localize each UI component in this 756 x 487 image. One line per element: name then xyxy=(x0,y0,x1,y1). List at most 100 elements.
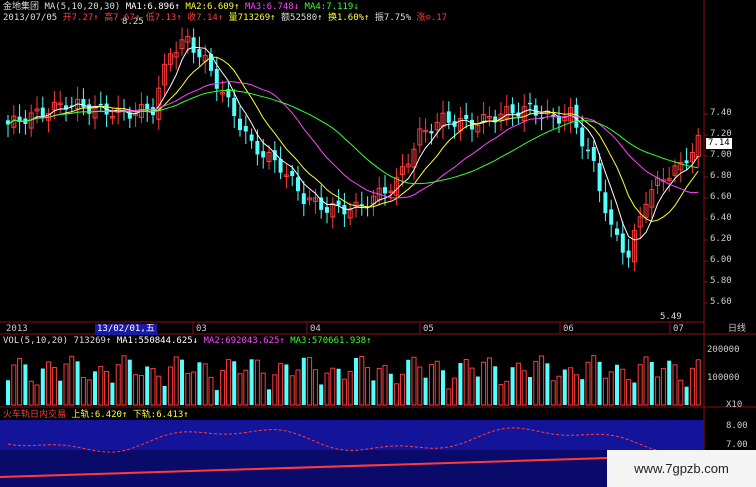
volume-bar xyxy=(550,380,556,406)
candle-body xyxy=(81,99,86,108)
candle-body xyxy=(580,127,585,147)
vol-ma3: MA3:570661.938↑ xyxy=(290,336,372,346)
candle-body xyxy=(255,140,260,155)
volume-bar xyxy=(655,376,661,406)
cursor-date: 13/02/01,五 xyxy=(95,324,157,335)
volume-bars xyxy=(6,355,701,406)
candle-body xyxy=(383,187,387,194)
volume-bar xyxy=(463,359,469,406)
volume-bar xyxy=(446,388,452,406)
volume-bar xyxy=(498,384,504,406)
candle-body xyxy=(301,193,306,205)
volume-bar xyxy=(406,359,411,405)
turnover-value: 换1.60%↑ xyxy=(327,13,370,23)
volume-bar xyxy=(63,363,69,406)
volume-bar xyxy=(626,379,632,406)
volume-bar xyxy=(6,380,10,405)
price-axis-label: 5.60 xyxy=(710,297,732,307)
price-axis-label: 7.40 xyxy=(710,108,732,118)
low-annotation: 5.49 xyxy=(660,312,682,322)
change-value: 涨⊙.17 xyxy=(416,13,448,23)
volume-bar xyxy=(86,379,92,406)
volume-bar xyxy=(121,355,127,406)
volume-bar xyxy=(237,373,243,406)
volume-bar xyxy=(167,366,173,406)
indicator-axis-high: 8.00 xyxy=(726,421,748,431)
volume-bar xyxy=(591,355,597,406)
volume-bar xyxy=(637,364,643,406)
volume-bar xyxy=(40,368,45,405)
candle-body xyxy=(191,37,196,53)
stock-name: 金地集团 xyxy=(3,2,40,12)
volume-bar xyxy=(267,389,271,405)
volume-bar xyxy=(469,367,475,406)
volume-bar xyxy=(138,374,144,406)
ma2-value: MA2:6.609↑ xyxy=(185,2,240,12)
volume-bar xyxy=(28,380,34,406)
month-label: 06 xyxy=(563,324,574,334)
indicator-upper: 上轨:6.420↑ xyxy=(71,410,128,420)
volume-bar xyxy=(597,361,602,405)
vol-ma1: MA1:550844.625↓ xyxy=(116,336,199,346)
volume-bar xyxy=(127,359,132,405)
volume-bar xyxy=(191,371,197,406)
volume-bar xyxy=(225,359,231,406)
volume-bar xyxy=(394,383,400,406)
volume-bar xyxy=(104,370,110,406)
candle-body xyxy=(249,134,254,141)
price-axis-label: 5.80 xyxy=(710,276,732,286)
volume-bar xyxy=(660,368,666,406)
volume-bar xyxy=(17,357,23,406)
header-line-1: 金地集团 MA(5,10,20,30) MA1:6.896↑ MA2:6.609… xyxy=(3,2,359,13)
period-label[interactable]: 日线 xyxy=(728,324,746,335)
ma3-line xyxy=(7,80,699,199)
candle-body xyxy=(197,49,202,58)
vol-axis-mid: 100000 xyxy=(707,373,740,383)
price-axis-label: 6.40 xyxy=(710,213,732,223)
candle-body xyxy=(319,197,324,210)
volume-bar xyxy=(278,363,284,406)
volume-bar xyxy=(220,370,226,406)
volume-value: 量713269↑ xyxy=(228,13,276,23)
volume-bar xyxy=(249,359,254,405)
month-label: 05 xyxy=(423,324,434,334)
vol-label: VOL(5,10,20) xyxy=(3,336,69,346)
volume-bar xyxy=(115,364,121,406)
volume-bar xyxy=(643,356,649,406)
volume-bar xyxy=(580,379,585,405)
volume-bar xyxy=(667,360,672,405)
volume-bar xyxy=(260,372,266,406)
volume-bar xyxy=(173,356,179,406)
volume-bar xyxy=(399,373,405,406)
volume-bar xyxy=(58,380,63,405)
volume-bar xyxy=(11,364,17,406)
ma1-line xyxy=(7,46,699,241)
price-axis-label: 6.00 xyxy=(710,255,732,265)
volume-bar xyxy=(371,380,376,405)
volume-header: VOL(5,10,20) 713269↑ MA1:550844.625↓ MA2… xyxy=(3,336,372,347)
indicator-band xyxy=(0,420,704,450)
volume-bar xyxy=(428,364,434,406)
volume-bar xyxy=(295,369,301,406)
candle-body xyxy=(626,250,631,258)
volume-bar xyxy=(510,367,515,405)
candle-body xyxy=(446,111,451,123)
indicator-name: 火车轨日内交易 xyxy=(3,410,67,420)
volume-bar xyxy=(382,365,388,406)
current-price-tag: 7.14 xyxy=(706,138,732,149)
volume-bar xyxy=(93,371,97,405)
volume-bar xyxy=(533,360,539,406)
volume-bar xyxy=(615,364,619,405)
candle-body xyxy=(464,114,469,119)
ma1-value: MA1:6.896↑ xyxy=(125,2,180,12)
volume-bar xyxy=(434,360,440,406)
volume-bar xyxy=(330,367,336,406)
volume-bar xyxy=(678,379,684,406)
candle-body xyxy=(261,151,266,158)
volume-bar xyxy=(504,380,510,406)
volume-bar xyxy=(75,361,80,405)
volume-bar xyxy=(568,367,574,406)
volume-bar xyxy=(208,376,214,406)
vol-axis-high: 200000 xyxy=(707,345,740,355)
moving-average-lines xyxy=(7,46,699,241)
